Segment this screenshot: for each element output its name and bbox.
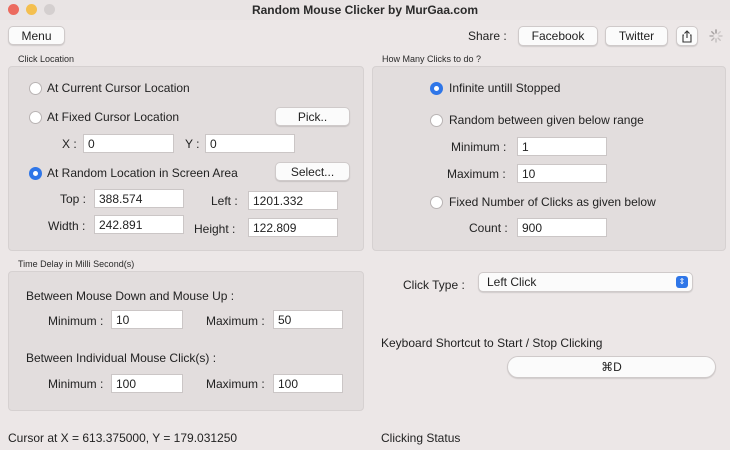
between-max-field[interactable]: 100	[273, 374, 343, 393]
between-clicks-label: Between Individual Mouse Click(s) :	[26, 351, 217, 365]
radio-infinite-label: Infinite untill Stopped	[449, 81, 561, 95]
down-up-max-field[interactable]: 50	[273, 310, 343, 329]
spinner-icon	[709, 29, 723, 43]
radio-fixed-count-label: Fixed Number of Clicks as given below	[449, 195, 656, 209]
radio-random-range-label: Random between given below range	[449, 113, 644, 127]
time-delay-section-label: Time Delay in Milli Second(s)	[18, 259, 135, 269]
shortcut-recorder[interactable]: ⌘D	[507, 356, 716, 378]
clicks-min-field[interactable]: 1	[517, 137, 607, 156]
clicks-max-field[interactable]: 10	[517, 164, 607, 183]
cursor-position-text: Cursor at X = 613.375000, Y = 179.031250	[8, 431, 238, 445]
top-field[interactable]: 388.574	[94, 189, 184, 208]
radio-current-cursor-label: At Current Cursor Location	[47, 81, 190, 95]
x-label: X :	[62, 137, 77, 151]
x-field[interactable]: 0	[83, 134, 174, 153]
select-area-button[interactable]: Select...	[275, 162, 350, 181]
top-label: Top :	[60, 192, 87, 206]
y-label: Y :	[185, 137, 200, 151]
radio-infinite[interactable]	[430, 82, 443, 95]
between-min-field[interactable]: 100	[111, 374, 183, 393]
down-up-min-field[interactable]: 10	[111, 310, 183, 329]
click-location-section-label: Click Location	[18, 54, 75, 64]
clicks-min-label: Minimum :	[451, 140, 507, 154]
down-up-max-label: Maximum :	[206, 314, 265, 328]
left-field[interactable]: 1201.332	[248, 191, 338, 210]
count-field[interactable]: 900	[517, 218, 607, 237]
width-field[interactable]: 242.891	[94, 215, 184, 234]
radio-random-range[interactable]	[430, 114, 443, 127]
clicking-status-label: Clicking Status	[381, 431, 461, 445]
share-icon-button[interactable]	[676, 26, 698, 46]
height-field[interactable]: 122.809	[248, 218, 338, 237]
facebook-button[interactable]: Facebook	[518, 26, 598, 46]
height-label: Height :	[194, 222, 236, 236]
twitter-button[interactable]: Twitter	[605, 26, 668, 46]
between-max-label: Maximum :	[206, 377, 265, 391]
click-type-value: Left Click	[487, 275, 537, 289]
left-label: Left :	[211, 194, 238, 208]
window-title: Random Mouse Clicker by MurGaa.com	[251, 3, 479, 17]
radio-random-location-label: At Random Location in Screen Area	[47, 166, 238, 180]
click-type-label: Click Type :	[403, 278, 465, 292]
radio-fixed-cursor-label: At Fixed Cursor Location	[47, 110, 180, 124]
click-type-select[interactable]: Left Click ⇕	[478, 272, 693, 292]
share-icon	[682, 30, 692, 43]
down-up-label: Between Mouse Down and Mouse Up :	[26, 289, 235, 303]
select-arrows-icon: ⇕	[676, 276, 688, 288]
radio-fixed-count[interactable]	[430, 196, 443, 209]
count-label: Count :	[469, 221, 508, 235]
pick-button[interactable]: Pick..	[275, 107, 350, 126]
shortcut-label: Keyboard Shortcut to Start / Stop Clicki…	[381, 336, 603, 350]
radio-current-cursor[interactable]	[29, 82, 42, 95]
radio-fixed-cursor[interactable]	[29, 111, 42, 124]
menu-button[interactable]: Menu	[8, 26, 65, 45]
y-field[interactable]: 0	[205, 134, 295, 153]
width-label: Width :	[48, 219, 86, 233]
share-label: Share :	[468, 29, 507, 43]
down-up-min-label: Minimum :	[48, 314, 104, 328]
between-min-label: Minimum :	[48, 377, 104, 391]
clicks-max-label: Maximum :	[447, 167, 506, 181]
clicks-count-section-label: How Many Clicks to do ?	[382, 54, 482, 64]
radio-random-location[interactable]	[29, 167, 42, 180]
title-bar: Random Mouse Clicker by MurGaa.com	[0, 0, 730, 20]
